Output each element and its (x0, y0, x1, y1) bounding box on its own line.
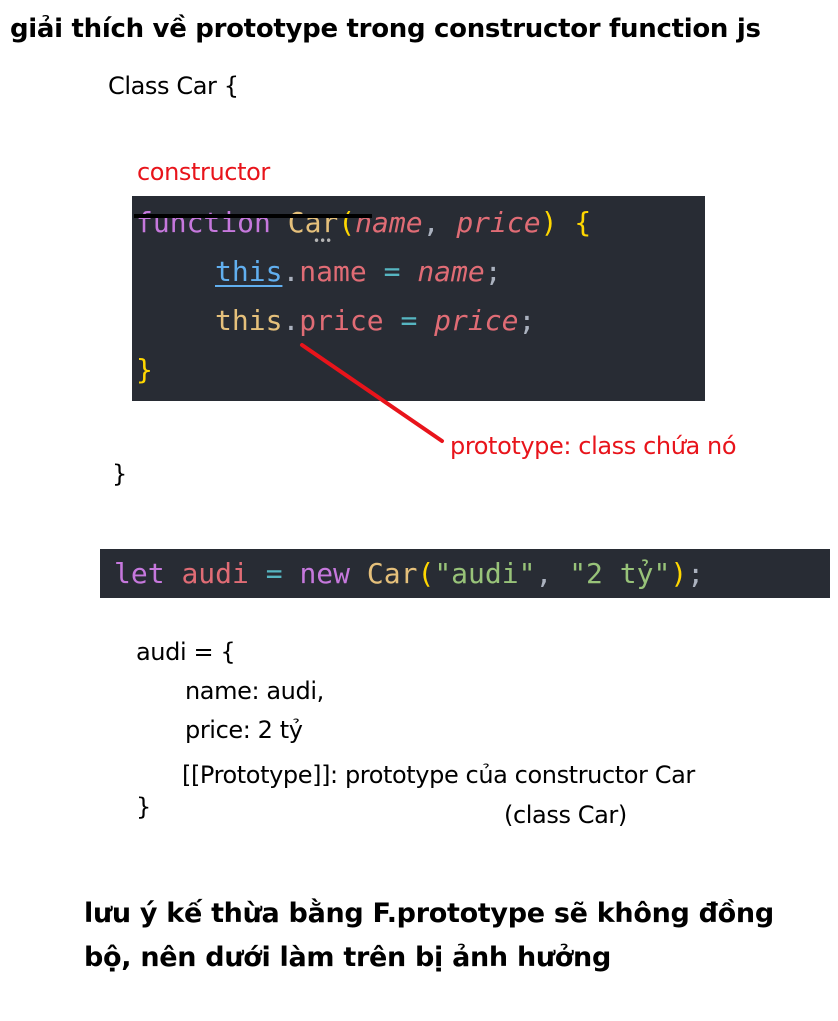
annotation-arrow (300, 343, 444, 443)
class-close-text: } (112, 460, 127, 488)
arg-price: "2 tỷ" (569, 557, 671, 590)
assign-op: = (265, 557, 283, 590)
semicolon: ; (687, 557, 705, 590)
prototype-note: (class Car) (504, 801, 627, 829)
object-close: } (136, 793, 151, 821)
object-prototype-line: [[Prototype]]: prototype của constructor… (182, 761, 695, 789)
keyword-let: let (114, 557, 165, 590)
ctor-name: Car (366, 557, 418, 590)
code-line-instantiation: let audi = new Car("audi", "2 tỷ"); (114, 549, 704, 598)
open-paren: ( (417, 557, 435, 590)
final-note: lưu ý kế thừa bằng F.prototype sẽ không … (84, 898, 774, 973)
arg-comma: , (535, 557, 570, 590)
prototype-annotation: prototype: class chứa nó (450, 432, 737, 460)
var-audi: audi (181, 557, 249, 590)
instantiation-code-block: let audi = new Car("audi", "2 tỷ"); (100, 549, 830, 598)
arrow-line (300, 343, 444, 443)
keyword-new: new (299, 557, 351, 590)
close-paren: ) (670, 557, 688, 590)
object-price-line: price: 2 tỷ (185, 716, 303, 744)
object-name-line: name: audi, (185, 677, 324, 705)
arg-audi: "audi" (434, 557, 536, 590)
object-open: audi = { (136, 638, 236, 666)
